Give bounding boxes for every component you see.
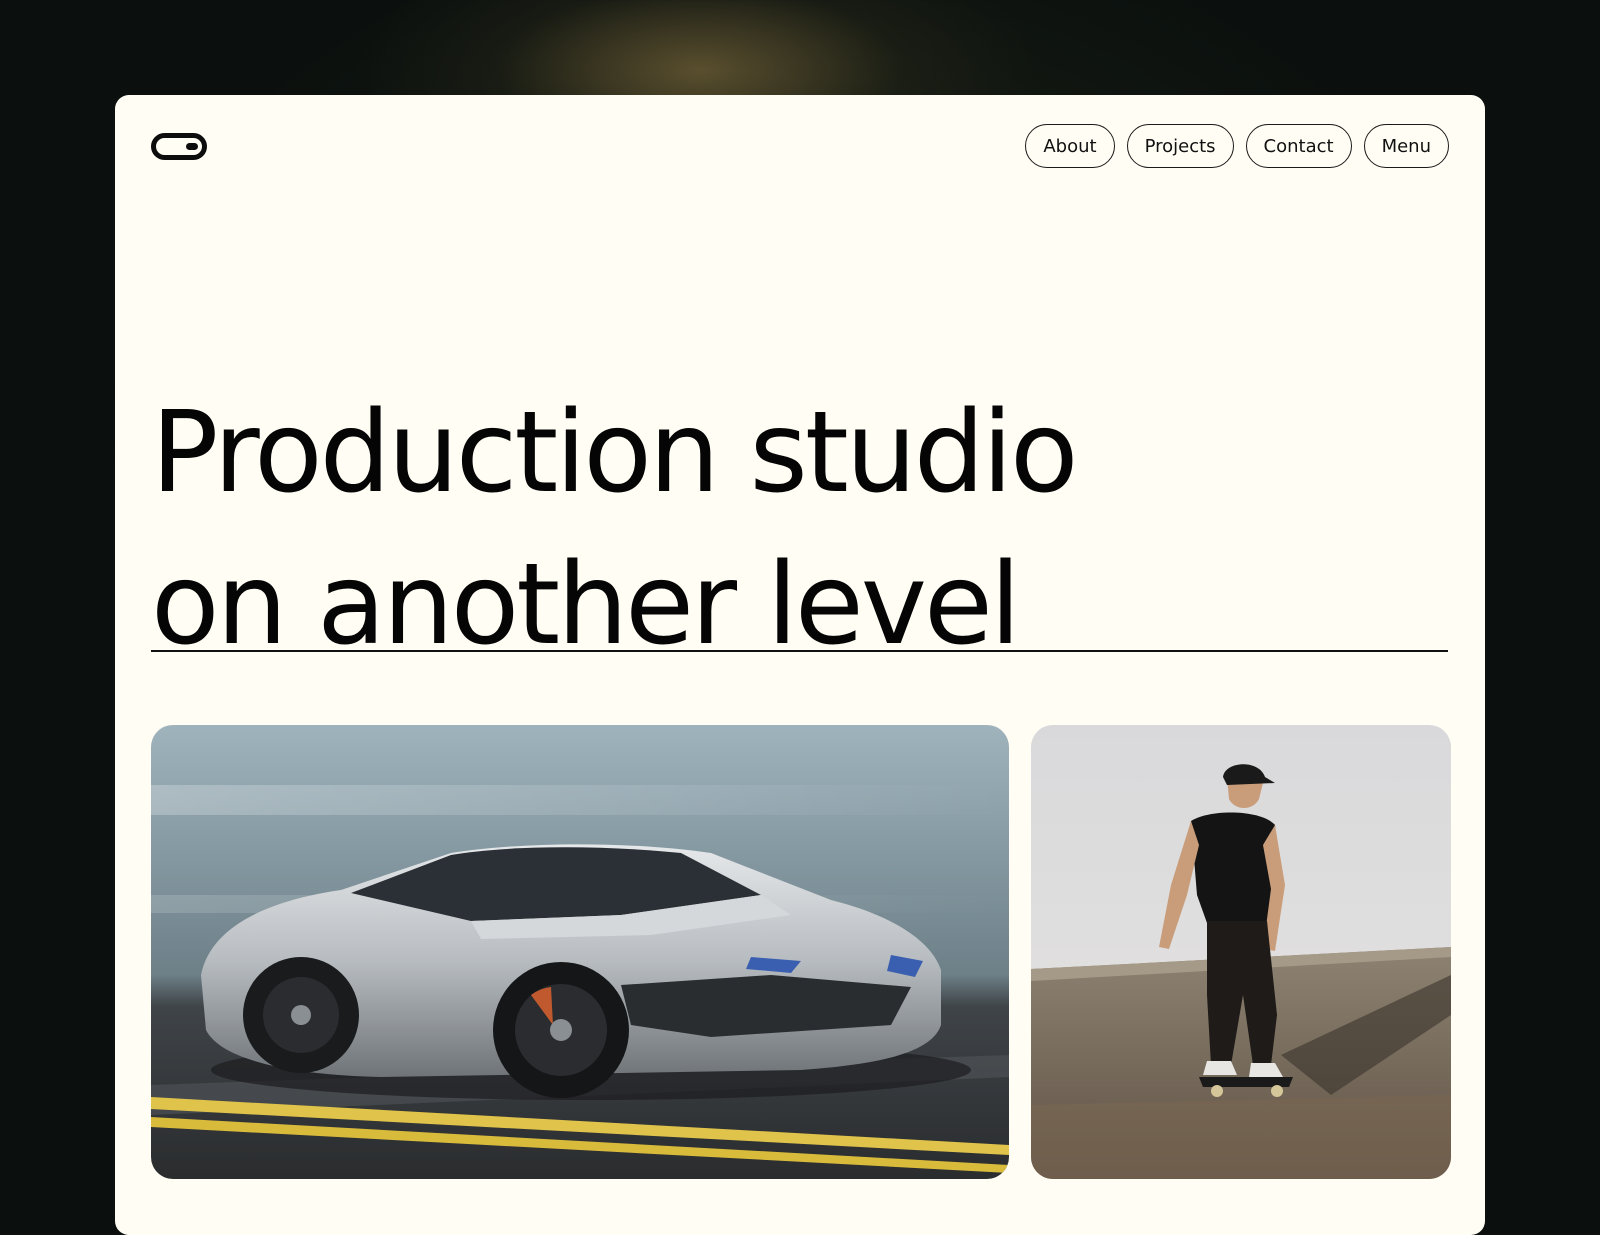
hero-headline: Production studio on another level	[151, 377, 1078, 681]
nav-menu-button[interactable]: Menu	[1363, 124, 1449, 168]
nav-projects-button[interactable]: Projects	[1126, 124, 1234, 168]
section-divider	[151, 650, 1448, 652]
logo-dot	[186, 143, 198, 150]
pill-toggle-logo-icon[interactable]	[151, 133, 207, 160]
nav-about-button[interactable]: About	[1025, 124, 1115, 168]
page-card: About Projects Contact Menu Production s…	[115, 95, 1485, 1235]
hero-headline-line-2: on another level	[151, 540, 1021, 670]
nav-contact-button[interactable]: Contact	[1245, 124, 1352, 168]
gallery-image-skateboarder[interactable]	[1031, 725, 1451, 1179]
top-navigation: About Projects Contact Menu	[1025, 124, 1449, 168]
sports-car-illustration	[151, 725, 1009, 1179]
gallery-image-sports-car[interactable]	[151, 725, 1009, 1179]
skateboarder-illustration	[1031, 725, 1451, 1179]
hero-headline-line-1: Production studio	[151, 388, 1078, 518]
